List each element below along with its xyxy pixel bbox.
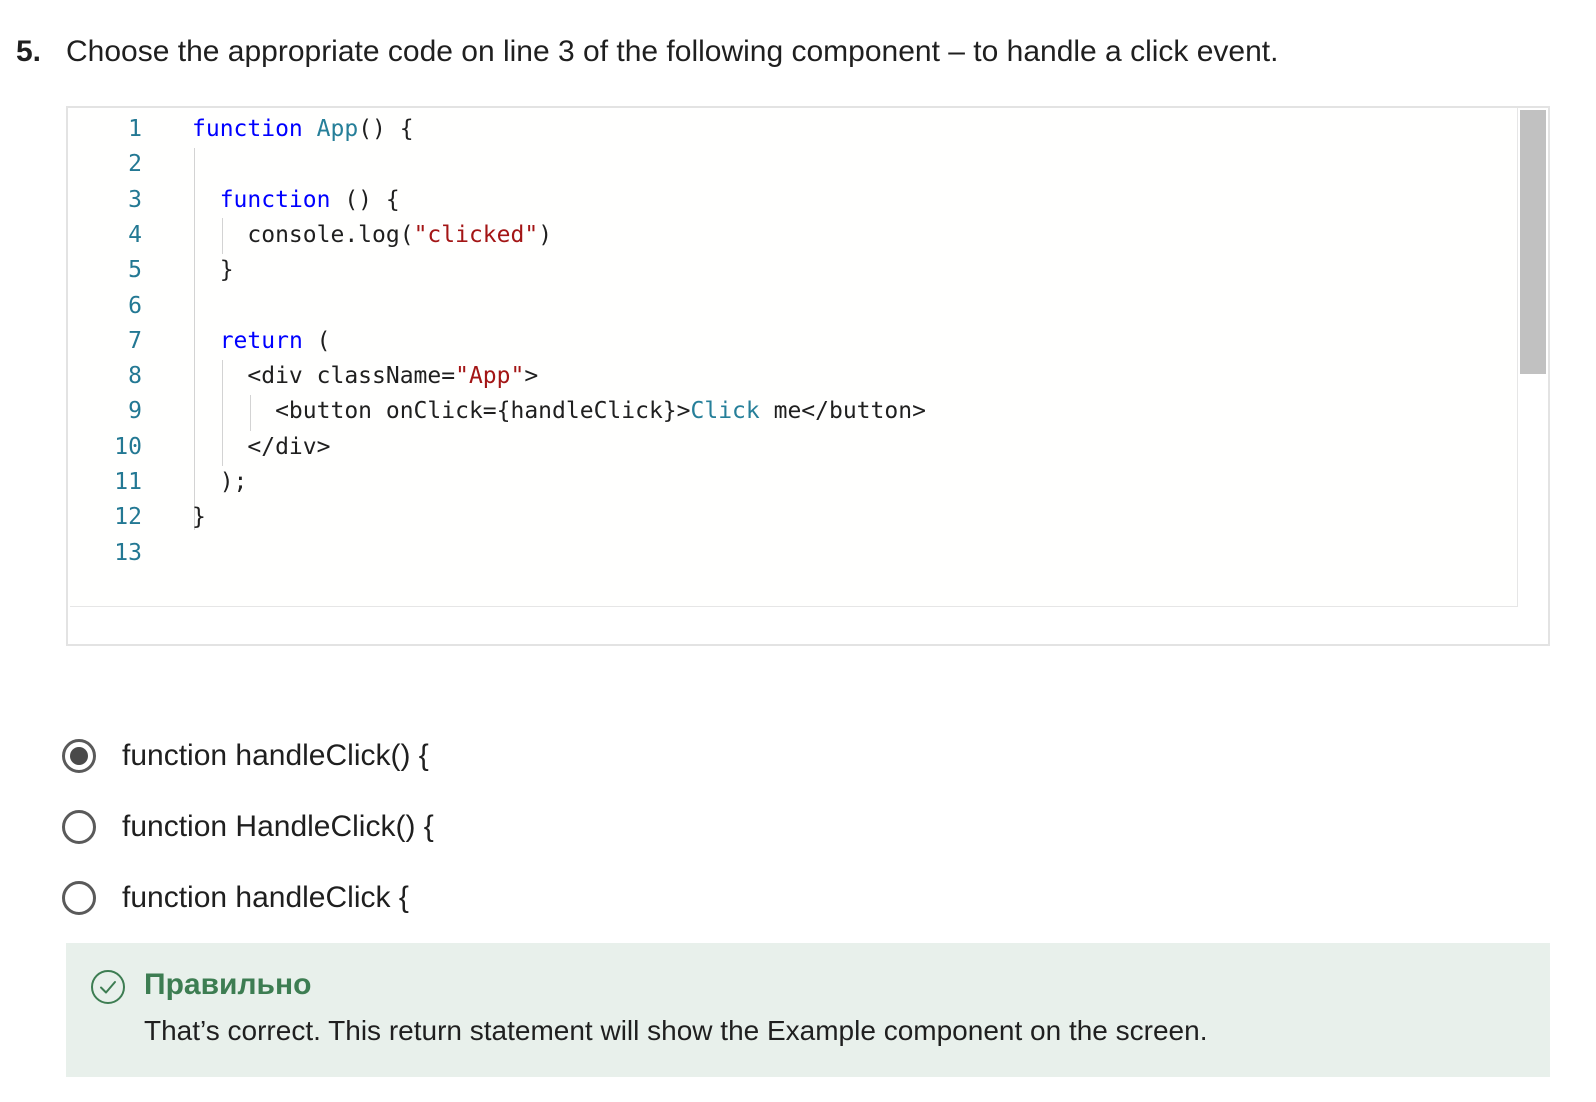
line-number: 10 (114, 433, 142, 460)
radio-button[interactable] (62, 738, 96, 773)
feedback-panel: Правильно That’s correct. This return st… (66, 943, 1550, 1077)
code-text: function () { (219, 186, 400, 213)
code-line: 6 (70, 289, 1518, 324)
line-number: 1 (128, 116, 142, 142)
option-2[interactable]: function HandleClick() { (62, 791, 434, 862)
radio-button[interactable] (62, 880, 96, 915)
line-number: 11 (114, 469, 142, 495)
line-number: 7 (128, 327, 142, 354)
option-1[interactable]: function handleClick() { (62, 720, 434, 791)
code-text: <div className="App"> (192, 363, 539, 390)
code-scrollbar[interactable] (1517, 108, 1548, 606)
scrollbar-thumb[interactable] (1520, 110, 1546, 374)
feedback-title: Правильно (144, 968, 312, 1001)
code-text: } (192, 504, 206, 531)
question-number: 5. (16, 35, 42, 68)
line-number: 12 (114, 504, 142, 531)
code-text: function App() { (192, 116, 414, 142)
code-line: 10 </div> (70, 430, 1518, 465)
code-line: 13 (70, 536, 1518, 571)
answer-options: function handleClick() { function Handle… (62, 720, 434, 933)
code-text: </div> (192, 433, 331, 460)
line-number: 8 (128, 363, 142, 390)
code-line: 4 console.log("clicked") (70, 218, 1518, 253)
code-line: 3 function () { (70, 183, 1518, 218)
line-number: 3 (128, 186, 142, 213)
code-text: console.log("clicked") (192, 221, 553, 248)
code-text: } (192, 257, 234, 284)
check-circle-icon (91, 970, 125, 1004)
code-text: ); (192, 469, 248, 495)
code-line: 2 (70, 147, 1518, 182)
line-number: 4 (128, 221, 142, 248)
radio-button[interactable] (62, 809, 96, 844)
option-3[interactable]: function handleClick { (62, 862, 434, 933)
code-text: return ( (219, 327, 331, 354)
code-line: 11 ); (70, 465, 1518, 500)
feedback-text: That’s correct. This return statement wi… (144, 1015, 1208, 1046)
question-text: Choose the appropriate code on line 3 of… (66, 35, 1279, 68)
code-line: 12} (70, 500, 1518, 535)
code-line: 1 function App() { (70, 112, 1518, 147)
code-footer (68, 608, 1548, 644)
code-line: 5 } (70, 253, 1518, 288)
question-heading: 5. Choose the appropriate code on line 3… (16, 30, 1278, 74)
option-label: function handleClick() { (122, 738, 429, 772)
line-number: 2 (128, 151, 142, 178)
code-editor: 1 function App() {2 3 function () {4 conso… (66, 106, 1550, 646)
code-line: 9 <button onClick={handleClick}>Click me… (70, 394, 1518, 429)
line-number: 13 (114, 539, 142, 566)
code-area[interactable]: 1 function App() {2 3 function () {4 conso… (70, 110, 1518, 607)
line-number: 5 (128, 257, 142, 284)
code-line: 7 return ( (70, 324, 1518, 359)
code-line: 8 <div className="App"> (70, 359, 1518, 394)
line-number: 9 (128, 398, 142, 425)
option-label: function HandleClick() { (122, 809, 434, 843)
code-text: <button onClick={handleClick}>Click me</… (192, 398, 926, 425)
option-label: function handleClick { (122, 880, 409, 914)
line-number: 6 (128, 292, 142, 319)
